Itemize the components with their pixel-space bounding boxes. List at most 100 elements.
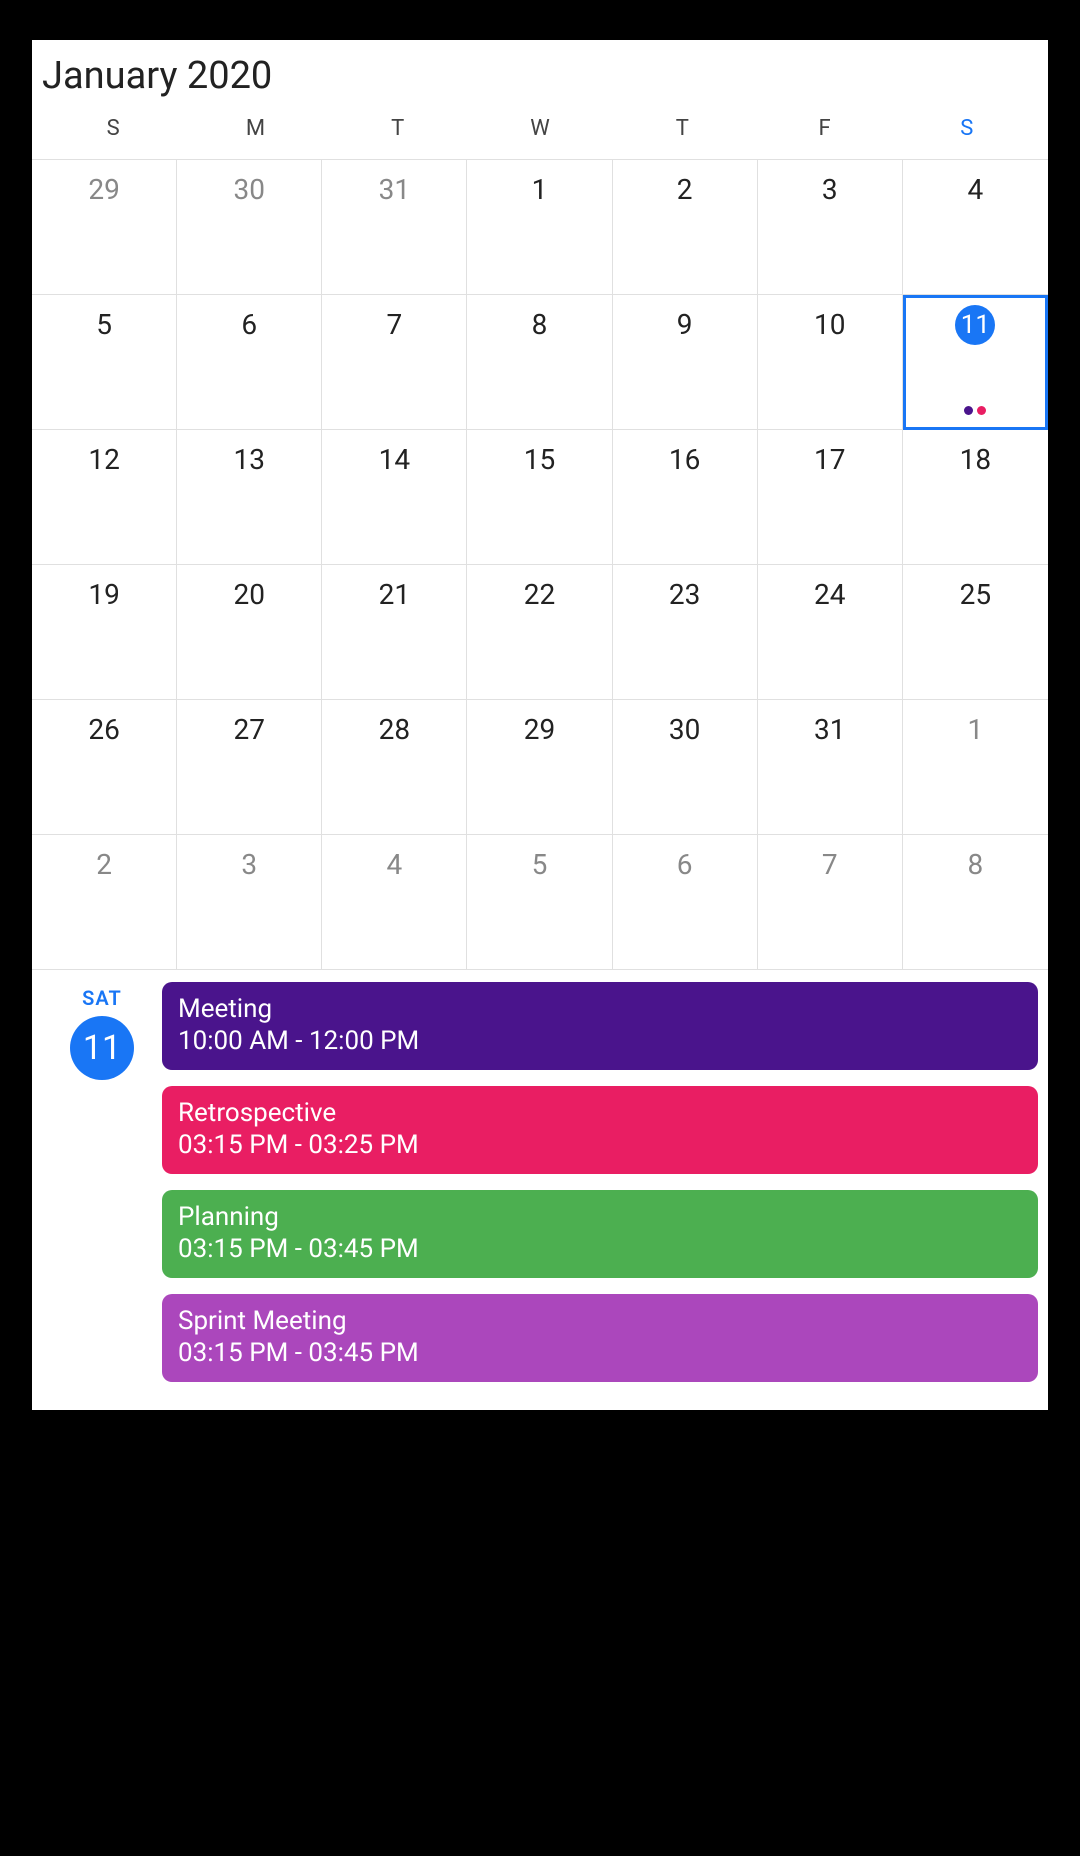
calendar-cell[interactable]: 2 — [613, 160, 758, 295]
event-time: 03:15 PM - 03:25 PM — [178, 1130, 1022, 1160]
calendar-app: January 2020 S M T W T F S 2930311234567… — [32, 40, 1048, 1410]
day-number: 17 — [758, 440, 902, 480]
day-number: 22 — [467, 575, 611, 615]
day-number: 1 — [467, 170, 611, 210]
day-number: 3 — [177, 845, 321, 885]
day-number: 9 — [613, 305, 757, 345]
calendar-cell[interactable]: 7 — [758, 835, 903, 970]
day-number: 30 — [613, 710, 757, 750]
agenda-event[interactable]: Planning03:15 PM - 03:45 PM — [162, 1190, 1038, 1278]
day-number: 7 — [758, 845, 902, 885]
dow-mon: M — [184, 116, 326, 141]
calendar-cell[interactable]: 15 — [467, 430, 612, 565]
calendar-cell[interactable]: 31 — [758, 700, 903, 835]
calendar-cell[interactable]: 30 — [613, 700, 758, 835]
calendar-cell[interactable]: 3 — [758, 160, 903, 295]
agenda-panel: SAT 11 Meeting10:00 AM - 12:00 PMRetrosp… — [32, 970, 1048, 1408]
calendar-cell[interactable]: 2 — [32, 835, 177, 970]
agenda-event[interactable]: Retrospective03:15 PM - 03:25 PM — [162, 1086, 1038, 1174]
calendar-cell[interactable]: 26 — [32, 700, 177, 835]
dow-sun: S — [42, 116, 184, 141]
calendar-cell[interactable]: 16 — [613, 430, 758, 565]
day-number: 12 — [32, 440, 176, 480]
agenda-day-badge: 11 — [70, 1016, 134, 1080]
calendar-cell[interactable]: 5 — [467, 835, 612, 970]
calendar-cell[interactable]: 19 — [32, 565, 177, 700]
day-number: 16 — [613, 440, 757, 480]
calendar-cell[interactable]: 6 — [177, 295, 322, 430]
calendar-cell[interactable]: 17 — [758, 430, 903, 565]
calendar-cell[interactable]: 11 — [903, 295, 1048, 430]
day-number: 8 — [903, 845, 1048, 885]
calendar-cell[interactable]: 1 — [903, 700, 1048, 835]
event-time: 03:15 PM - 03:45 PM — [178, 1234, 1022, 1264]
day-number: 20 — [177, 575, 321, 615]
day-number: 30 — [177, 170, 321, 210]
calendar-cell[interactable]: 28 — [322, 700, 467, 835]
dow-thu: T — [611, 116, 753, 141]
calendar-cell[interactable]: 18 — [903, 430, 1048, 565]
calendar-cell[interactable]: 4 — [903, 160, 1048, 295]
day-number: 6 — [177, 305, 321, 345]
calendar-cell[interactable]: 4 — [322, 835, 467, 970]
calendar-cell[interactable]: 8 — [467, 295, 612, 430]
calendar-cell[interactable]: 5 — [32, 295, 177, 430]
day-number: 29 — [467, 710, 611, 750]
calendar-cell[interactable]: 29 — [467, 700, 612, 835]
dow-wed: W — [469, 116, 611, 141]
calendar-cell[interactable]: 24 — [758, 565, 903, 700]
day-number: 28 — [322, 710, 466, 750]
calendar-cell[interactable]: 13 — [177, 430, 322, 565]
dow-fri: F — [753, 116, 895, 141]
event-time: 03:15 PM - 03:45 PM — [178, 1338, 1022, 1368]
day-number: 2 — [32, 845, 176, 885]
calendar-cell[interactable]: 9 — [613, 295, 758, 430]
calendar-cell[interactable]: 30 — [177, 160, 322, 295]
day-number: 18 — [903, 440, 1048, 480]
dow-row: S M T W T F S — [42, 98, 1038, 151]
calendar-cell[interactable]: 1 — [467, 160, 612, 295]
day-number: 8 — [467, 305, 611, 345]
event-dot — [964, 406, 973, 415]
day-number: 24 — [758, 575, 902, 615]
calendar-cell[interactable]: 8 — [903, 835, 1048, 970]
day-number: 7 — [322, 305, 466, 345]
calendar-cell[interactable]: 12 — [32, 430, 177, 565]
month-title: January 2020 — [42, 54, 1038, 98]
event-title: Meeting — [178, 994, 1022, 1024]
calendar-cell[interactable]: 10 — [758, 295, 903, 430]
agenda-event[interactable]: Sprint Meeting03:15 PM - 03:45 PM — [162, 1294, 1038, 1382]
day-number: 10 — [758, 305, 902, 345]
calendar-cell[interactable]: 21 — [322, 565, 467, 700]
calendar-cell[interactable]: 25 — [903, 565, 1048, 700]
event-time: 10:00 AM - 12:00 PM — [178, 1026, 1022, 1056]
agenda-event[interactable]: Meeting10:00 AM - 12:00 PM — [162, 982, 1038, 1070]
day-number: 2 — [613, 170, 757, 210]
day-number: 4 — [903, 170, 1048, 210]
dow-tue: T — [327, 116, 469, 141]
day-number: 27 — [177, 710, 321, 750]
day-number: 5 — [467, 845, 611, 885]
calendar-cell[interactable]: 31 — [322, 160, 467, 295]
day-number: 14 — [322, 440, 466, 480]
day-number: 13 — [177, 440, 321, 480]
calendar-cell[interactable]: 22 — [467, 565, 612, 700]
calendar-cell[interactable]: 20 — [177, 565, 322, 700]
day-number: 4 — [322, 845, 466, 885]
calendar-cell[interactable]: 3 — [177, 835, 322, 970]
day-number: 31 — [758, 710, 902, 750]
day-number: 26 — [32, 710, 176, 750]
calendar-cell[interactable]: 14 — [322, 430, 467, 565]
calendar-cell[interactable]: 6 — [613, 835, 758, 970]
day-number: 1 — [903, 710, 1048, 750]
event-title: Retrospective — [178, 1098, 1022, 1128]
calendar-cell[interactable]: 27 — [177, 700, 322, 835]
agenda-events: Meeting10:00 AM - 12:00 PMRetrospective0… — [162, 982, 1038, 1398]
day-number: 25 — [903, 575, 1048, 615]
calendar-cell[interactable]: 23 — [613, 565, 758, 700]
calendar-header: January 2020 S M T W T F S — [32, 40, 1048, 159]
day-number: 19 — [32, 575, 176, 615]
day-number: 29 — [32, 170, 176, 210]
calendar-cell[interactable]: 29 — [32, 160, 177, 295]
calendar-cell[interactable]: 7 — [322, 295, 467, 430]
